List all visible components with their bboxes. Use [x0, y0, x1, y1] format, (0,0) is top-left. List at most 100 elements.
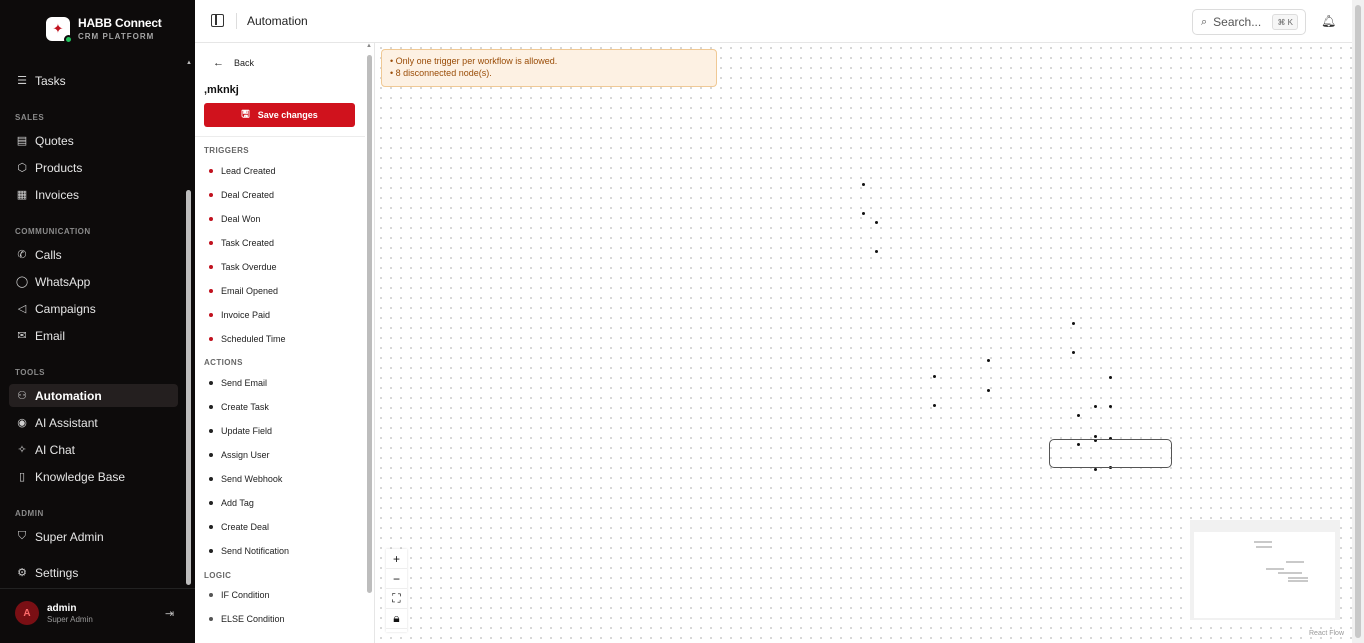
node-handle[interactable]: [1094, 405, 1097, 408]
palette-item-action[interactable]: Create Task: [209, 400, 269, 414]
node-handle[interactable]: [1109, 405, 1112, 408]
back-button[interactable]: ← Back: [213, 57, 254, 69]
sidebar-item-ai-chat[interactable]: ✧ AI Chat: [9, 438, 178, 461]
search-button[interactable]: ⌕ Search... ⌘ K: [1192, 9, 1306, 35]
fit-view-icon[interactable]: ⛶: [386, 589, 407, 609]
sidebar-item-campaigns[interactable]: ◁ Campaigns: [9, 297, 178, 320]
logic-bullet-icon: [209, 617, 213, 621]
lock-icon[interactable]: 🔒︎: [386, 609, 407, 629]
sidebar-item-invoices[interactable]: ▦ Invoices: [9, 183, 178, 206]
brand-subtitle: CRM PLATFORM: [78, 32, 155, 41]
sidebar-item-label: Campaigns: [35, 301, 96, 316]
sidebar-item-ai-assistant[interactable]: ◉ AI Assistant: [9, 411, 178, 434]
node-handle[interactable]: [1094, 468, 1097, 471]
node-handle[interactable]: [862, 212, 865, 215]
page-title: Automation: [247, 14, 308, 28]
selected-workflow-node[interactable]: [1049, 439, 1172, 468]
palette-scrollbar-thumb[interactable]: [367, 55, 372, 593]
workflow-canvas[interactable]: • Only one trigger per workflow is allow…: [376, 43, 1352, 643]
palette-item-action[interactable]: Add Tag: [209, 496, 254, 510]
sidebar-item-knowledge-base[interactable]: ▯ Knowledge Base: [9, 465, 178, 488]
palette-section-actions: ACTIONS: [204, 358, 243, 367]
receipt-icon: ▦: [16, 189, 28, 201]
palette-item-trigger[interactable]: Deal Created: [209, 188, 274, 202]
action-bullet-icon: [209, 501, 213, 505]
sidebar-toggle-icon[interactable]: [211, 14, 224, 27]
sidebar-item-quotes[interactable]: ▤ Quotes: [9, 129, 178, 152]
palette-item-label: Scheduled Time: [221, 334, 286, 344]
palette-item-trigger[interactable]: Invoice Paid: [209, 308, 270, 322]
workflow-name[interactable]: ,mknkj: [204, 84, 239, 96]
palette-item-action[interactable]: Update Field: [209, 424, 272, 438]
palette-item-trigger[interactable]: Email Opened: [209, 284, 278, 298]
palette-item-action[interactable]: Send Notification: [209, 544, 289, 558]
palette-item-label: Lead Created: [221, 166, 276, 176]
palette-item-label: Assign User: [221, 450, 270, 460]
zoom-out-icon[interactable]: −: [386, 569, 407, 589]
palette-section-triggers: TRIGGERS: [204, 146, 249, 155]
palette-item-trigger[interactable]: Task Created: [209, 236, 274, 250]
logout-icon[interactable]: ⇥: [165, 607, 174, 620]
trigger-bullet-icon: [209, 169, 213, 173]
sidebar-item-settings[interactable]: ⚙ Settings: [9, 561, 178, 584]
sidebar-item-email[interactable]: ✉ Email: [9, 324, 178, 347]
sidebar-scrollbar[interactable]: ▲ ▼: [186, 60, 193, 585]
scroll-up-icon[interactable]: ▲: [366, 43, 372, 49]
palette-item-logic[interactable]: IF Condition: [209, 588, 270, 602]
node-handle[interactable]: [987, 359, 990, 362]
sidebar-item-calls[interactable]: ✆ Calls: [9, 243, 178, 266]
zoom-in-icon[interactable]: +: [386, 549, 407, 569]
palette-item-action[interactable]: Assign User: [209, 448, 270, 462]
minimap[interactable]: [1190, 520, 1340, 620]
search-shortcut: ⌘ K: [1272, 14, 1298, 30]
node-handle[interactable]: [1109, 376, 1112, 379]
save-changes-button[interactable]: 🖫 Save changes: [204, 103, 355, 127]
validation-warning: • Only one trigger per workflow is allow…: [381, 49, 717, 87]
scroll-up-icon[interactable]: ▲: [186, 60, 192, 66]
palette-item-label: Deal Created: [221, 190, 275, 200]
bell-icon[interactable]: 🔔︎: [1321, 14, 1336, 28]
palette-item-trigger[interactable]: Scheduled Time: [209, 332, 286, 346]
brand[interactable]: ✦ HABB Connect CRM PLATFORM: [0, 0, 195, 56]
gear-icon: ⚙: [17, 567, 27, 579]
palette-item-trigger[interactable]: Lead Created: [209, 164, 276, 178]
user-profile[interactable]: A admin Super Admin ⇥: [0, 588, 195, 643]
window-scrollbar[interactable]: [1352, 0, 1364, 643]
sidebar-item-products[interactable]: ⬡ Products: [9, 156, 178, 179]
sidebar-item-super-admin[interactable]: ⛉ Super Admin: [9, 525, 178, 548]
node-handle[interactable]: [1072, 351, 1075, 354]
sidebar-item-label: Tasks: [35, 73, 66, 88]
react-flow-attribution[interactable]: React Flow: [1309, 630, 1344, 637]
palette-item-label: Update Field: [221, 426, 273, 436]
sidebar-item-whatsapp[interactable]: ◯ WhatsApp: [9, 270, 178, 293]
minimap-node: [1286, 561, 1304, 563]
sidebar-scrollbar-thumb[interactable]: [186, 190, 191, 585]
node-handle[interactable]: [1094, 435, 1097, 438]
palette-item-trigger[interactable]: Task Overdue: [209, 260, 277, 274]
node-handle[interactable]: [875, 250, 878, 253]
sidebar-section-communication: COMMUNICATION: [15, 227, 91, 236]
sidebar-item-automation[interactable]: ⚇ Automation: [9, 384, 178, 407]
node-handle[interactable]: [862, 183, 865, 186]
sidebar-item-tasks[interactable]: ☰ Tasks: [9, 69, 178, 92]
minimap-node: [1256, 546, 1272, 548]
palette-item-action[interactable]: Send Email: [209, 376, 267, 390]
sidebar-item-label: WhatsApp: [35, 274, 91, 289]
sidebar-item-label: Automation: [35, 388, 102, 403]
palette-item-action[interactable]: Create Deal: [209, 520, 269, 534]
palette-item-action[interactable]: Send Webhook: [209, 472, 282, 486]
palette-item-trigger[interactable]: Deal Won: [209, 212, 260, 226]
node-handle[interactable]: [1077, 414, 1080, 417]
palette-item-logic[interactable]: ELSE Condition: [209, 612, 285, 626]
scroll-down-icon[interactable]: ▼: [186, 578, 192, 584]
node-handle[interactable]: [987, 389, 990, 392]
node-handle[interactable]: [933, 404, 936, 407]
node-handle[interactable]: [875, 221, 878, 224]
palette-item-label: Task Overdue: [221, 262, 277, 272]
palette-scrollbar[interactable]: ▲: [366, 43, 373, 643]
sidebar-item-label: Super Admin: [35, 529, 104, 544]
node-handle[interactable]: [933, 375, 936, 378]
window-scrollbar-thumb[interactable]: [1355, 5, 1361, 638]
bot-icon: ◉: [17, 417, 27, 429]
node-handle[interactable]: [1072, 322, 1075, 325]
